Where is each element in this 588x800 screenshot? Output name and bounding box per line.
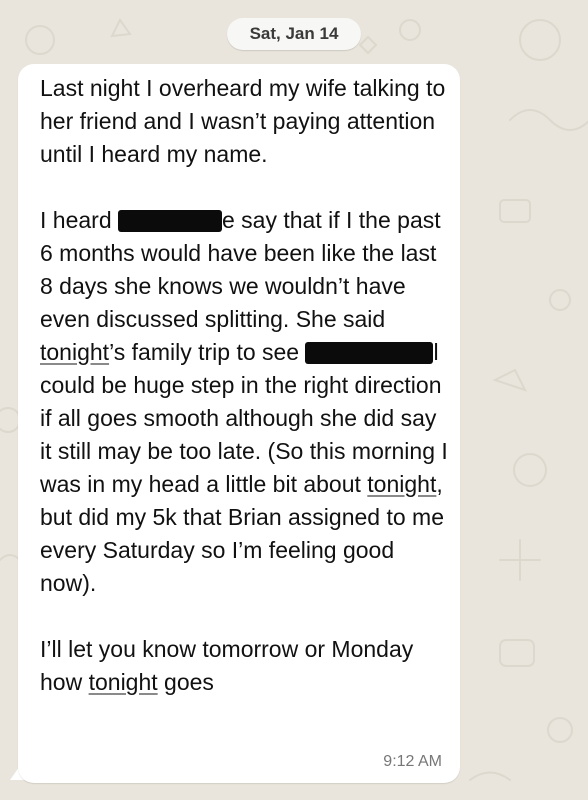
message-paragraph-3: I’ll let you know tomorrow or Monday how… [40, 633, 452, 699]
redacted-name-block [118, 210, 222, 232]
message-text: Last night I overheard my wife talking t… [40, 72, 452, 699]
tonight-link[interactable]: tonight [367, 471, 436, 497]
message-text-segment: goes [164, 669, 214, 695]
message-timestamp: 9:12 AM [383, 753, 442, 770]
tonight-link[interactable]: tonight [89, 669, 158, 695]
incoming-message-bubble[interactable]: Last night I overheard my wife talking t… [18, 64, 460, 783]
message-paragraph-1: Last night I overheard my wife talking t… [40, 75, 446, 167]
message-text-segment: ’s family trip to see [109, 339, 300, 365]
tonight-link[interactable]: tonight [40, 339, 109, 365]
redacted-name-block [305, 342, 434, 364]
message-text-segment: I heard [40, 207, 112, 233]
date-separator-chip: Sat, Jan 14 [227, 18, 361, 50]
message-paragraph-2: I heard e say that if I the past 6 month… [40, 204, 452, 600]
